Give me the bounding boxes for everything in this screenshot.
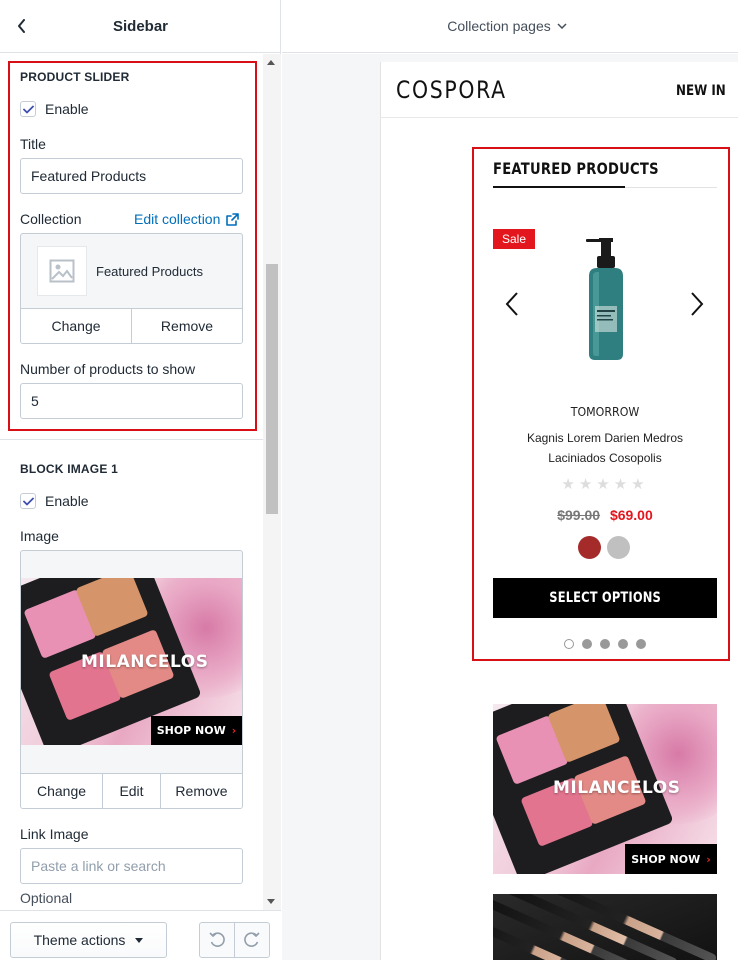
remove-image-button[interactable]: Remove	[160, 774, 242, 808]
caret-down-icon	[135, 937, 144, 943]
banner-shop-now-label: SHOP NOW	[631, 852, 701, 866]
banner-brand-text: MILANCELOS	[553, 778, 681, 798]
scroll-down-arrow[interactable]	[267, 899, 275, 904]
image-brand-text: MILANCELOS	[81, 652, 209, 672]
redo-icon	[244, 932, 260, 947]
block-image-enable-label: Enable	[45, 493, 89, 509]
redo-button[interactable]	[234, 923, 269, 957]
theme-actions-button[interactable]: Theme actions	[10, 922, 167, 958]
optional-label: Optional	[20, 890, 73, 906]
shop-now-label: SHOP NOW	[156, 724, 226, 737]
chevron-down-icon	[557, 23, 567, 29]
scroll-thumb[interactable]	[266, 264, 278, 514]
edit-image-button[interactable]: Edit	[102, 774, 160, 808]
nav-new-in[interactable]: NEW IN	[676, 83, 726, 99]
link-image-label: Link Image	[20, 826, 89, 842]
sidebar-title: Sidebar	[112, 17, 169, 35]
block-image-preview: MILANCELOS SHOP NOW ›	[21, 578, 242, 745]
chevron-right-icon: ›	[706, 852, 711, 866]
section-divider	[0, 439, 263, 440]
undo-redo-group	[199, 922, 270, 958]
block-image-heading: BLOCK IMAGE 1	[20, 462, 118, 476]
undo-icon	[209, 932, 225, 947]
block-image-banner[interactable]: MILANCELOS SHOP NOW ›	[493, 704, 717, 874]
chevron-right-icon: ›	[231, 724, 237, 737]
page-selector[interactable]: Collection pages	[447, 18, 567, 34]
scroll-up-arrow[interactable]	[267, 60, 275, 65]
block-image-enable-checkbox[interactable]	[20, 493, 36, 509]
theme-actions-label: Theme actions	[33, 932, 126, 948]
image-label: Image	[20, 528, 59, 544]
store-header: COSPORA NEW IN	[381, 62, 738, 118]
image-shop-now: SHOP NOW ›	[151, 716, 242, 745]
banner-shop-now-button[interactable]: SHOP NOW ›	[625, 844, 717, 874]
chevron-left-icon	[18, 19, 25, 33]
block-image-enable-row[interactable]: Enable	[20, 493, 89, 509]
change-image-button[interactable]: Change	[21, 774, 102, 808]
image-actions: Change Edit Remove	[21, 773, 242, 808]
preview-toolbar: Collection pages	[282, 0, 738, 53]
undo-button[interactable]	[200, 923, 234, 957]
block-image-card: MILANCELOS SHOP NOW › Change Edit Remove	[20, 550, 243, 809]
sidebar-header: Sidebar	[0, 0, 281, 53]
checkmark-icon	[22, 497, 34, 505]
product-slider-highlight	[8, 61, 257, 431]
page-selector-label: Collection pages	[447, 18, 551, 34]
sidebar-footer: Theme actions	[0, 910, 281, 960]
link-image-input[interactable]: Paste a link or search	[20, 848, 243, 884]
brushes-banner[interactable]	[493, 894, 717, 960]
sidebar-scrollbar[interactable]	[263, 54, 281, 910]
back-button[interactable]	[12, 16, 32, 36]
store-logo[interactable]: COSPORA	[396, 76, 507, 104]
featured-products-highlight	[472, 147, 730, 661]
